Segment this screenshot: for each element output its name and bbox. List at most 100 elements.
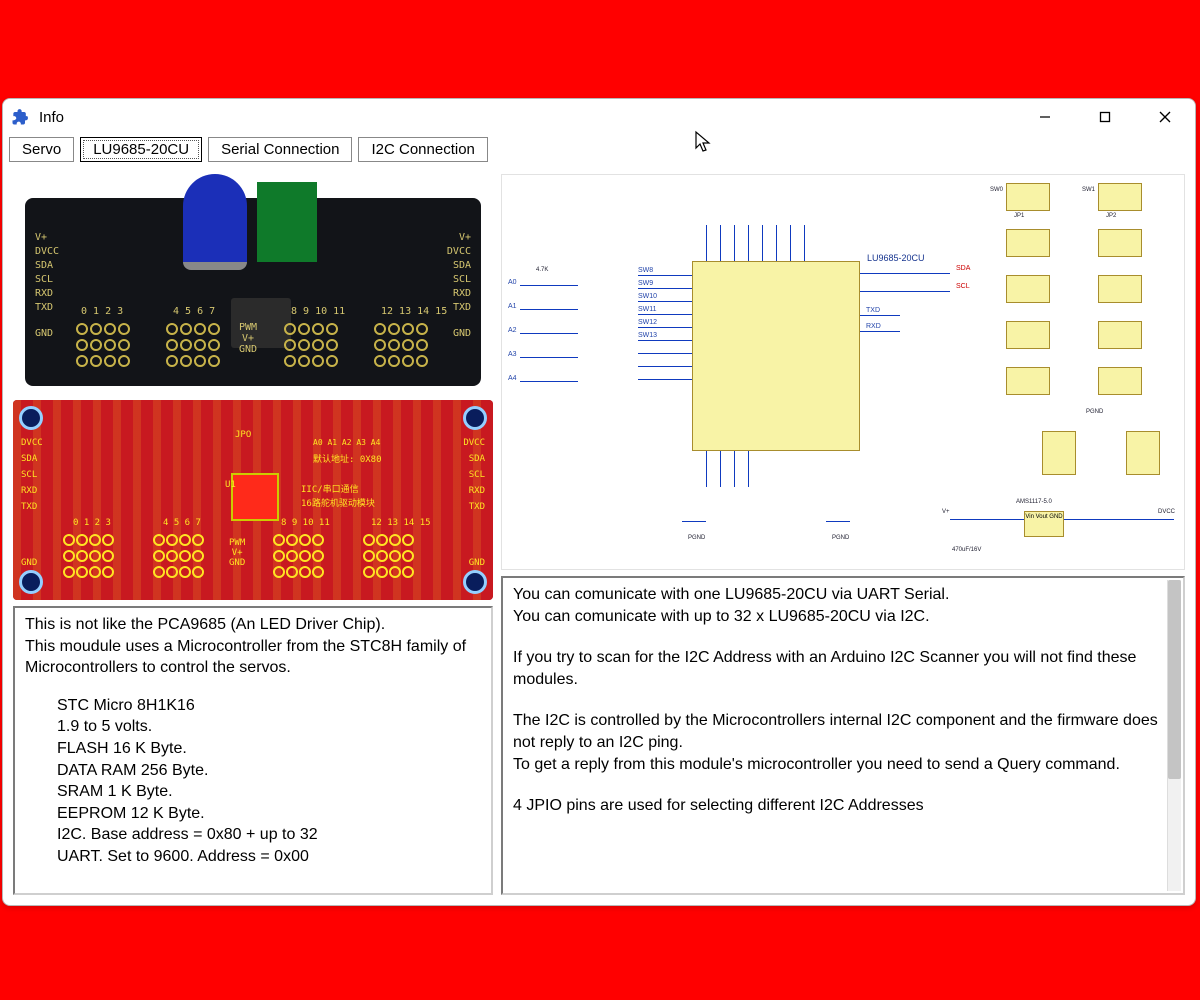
window-title: Info [39, 109, 64, 126]
tab-lu9685-20cu[interactable]: LU9685-20CU [80, 137, 202, 162]
pcb3d-label-scl-r: SCL [453, 274, 471, 285]
left-spec-2: 1.9 to 5 volts. [57, 716, 481, 738]
left-spec-1: STC Micro 8H1K16 [57, 695, 481, 717]
pcb3d-center-labels: PWM V+ GND [239, 322, 257, 355]
pcb3d-nums-1: 0 1 2 3 [81, 306, 123, 317]
right-text-p2: You can comunicate with up to 32 x LU968… [513, 606, 1161, 628]
schematic-jp2: JP2 [1106, 213, 1116, 219]
right-text-p3: If you try to scan for the I2C Address w… [513, 647, 1161, 690]
pcb3d-label-vplus-r: V+ [459, 232, 471, 243]
schematic-a1: A1 [508, 303, 517, 310]
pcb3d-label-vplus-l: V+ [35, 232, 47, 243]
pcblayout-nums-b: 4 5 6 7 [163, 518, 201, 528]
pcblayout-pin-scl-r: SCL [469, 470, 485, 480]
pcblayout-pin-txd-r: TXD [469, 502, 485, 512]
tab-i2c-connection[interactable]: I2C Connection [358, 137, 487, 162]
pcblayout-bottom: PWM V+ GND [229, 538, 245, 568]
pcb3d-label-rxd-l: RXD [35, 288, 53, 299]
app-window: Info Servo LU9685-20CU Serial Connection… [2, 98, 1196, 906]
minimize-button[interactable] [1015, 99, 1075, 135]
pcblayout-pin-sda-l: SDA [21, 454, 37, 464]
schematic-sw9: SW9 [638, 280, 653, 287]
pcb-3d-image: V+ DVCC SDA SCL RXD TXD GND V+ DVCC SDA … [13, 174, 493, 394]
pcblayout-alabels: A0 A1 A2 A3 A4 [313, 438, 380, 447]
maximize-button[interactable] [1075, 99, 1135, 135]
schematic-a0: A0 [508, 279, 517, 286]
schematic-sw12: SW12 [638, 319, 657, 326]
schematic-sw10: SW10 [638, 293, 657, 300]
pcblayout-pin-rxd-r: RXD [469, 486, 485, 496]
pcb3d-nums-3: 8 9 10 11 [291, 306, 345, 317]
schematic-sda: SDA [956, 265, 970, 272]
pcblayout-addr: 默认地址: 0X80 [313, 452, 382, 465]
pcblayout-pin-txd-l: TXD [21, 502, 37, 512]
pcb3d-label-gnd-r: GND [453, 328, 471, 339]
schematic-hdr-sw0: SW0 [990, 187, 1003, 193]
schematic-4k7: 4.7K [536, 267, 548, 273]
schematic-a3: A3 [508, 351, 517, 358]
titlebar[interactable]: Info [3, 99, 1195, 135]
pcblayout-pin-dvcc-r: DVCC [463, 438, 485, 448]
pcb3d-label-rxd-r: RXD [453, 288, 471, 299]
schematic-pgnd3: PGND [1086, 409, 1103, 415]
schematic-a4: A4 [508, 375, 517, 382]
pcblayout-pin-sda-r: SDA [469, 454, 485, 464]
pcb3d-label-sda-r: SDA [453, 260, 471, 271]
pcblayout-pin-scl-l: SCL [21, 470, 37, 480]
schematic-pgnd2: PGND [832, 535, 849, 541]
schematic-reg: Vin Vout GND [1024, 511, 1064, 537]
left-spec-3: FLASH 16 K Byte. [57, 738, 481, 760]
schematic-sw8: SW8 [638, 267, 653, 274]
scrollbar-thumb[interactable] [1168, 580, 1181, 779]
schematic-dvcc: DVCC [1158, 509, 1175, 515]
pcb3d-label-dvcc-r: DVCC [447, 246, 471, 257]
pcblayout-nums-a: 0 1 2 3 [73, 518, 111, 528]
pcblayout-jpo: JPO [235, 430, 251, 440]
pcb3d-label-sda-l: SDA [35, 260, 53, 271]
tab-serial-connection[interactable]: Serial Connection [208, 137, 352, 162]
pcb3d-label-scl-l: SCL [35, 274, 53, 285]
tab-servo[interactable]: Servo [9, 137, 74, 162]
schematic-chipname: LU9685-20CU [867, 253, 925, 263]
left-text-line2: This moudule uses a Microcontroller from… [25, 636, 481, 679]
right-text-p1: You can comunicate with one LU9685-20CU … [513, 584, 1161, 606]
pcb3d-label-txd-r: TXD [453, 302, 471, 313]
schematic-jp1: JP1 [1014, 213, 1024, 219]
pcb3d-nums-2: 4 5 6 7 [173, 306, 215, 317]
schematic-sw11: SW11 [638, 306, 657, 313]
pcblayout-nums-d: 12 13 14 15 [371, 518, 431, 528]
right-text-p6: 4 JPIO pins are used for selecting diffe… [513, 795, 1161, 817]
schematic-pgnd1: PGND [688, 535, 705, 541]
pcb3d-label-txd-l: TXD [35, 302, 53, 313]
schematic-sw13: SW13 [638, 332, 657, 339]
left-spec-6: EEPROM 12 K Byte. [57, 803, 481, 825]
pcb3d-label-dvcc-l: DVCC [35, 246, 59, 257]
schematic-scl: SCL [956, 283, 970, 290]
content-area: V+ DVCC SDA SCL RXD TXD GND V+ DVCC SDA … [3, 168, 1195, 905]
schematic-a2: A2 [508, 327, 517, 334]
right-info-text[interactable]: You can comunicate with one LU9685-20CU … [501, 576, 1185, 895]
pcblayout-pin-gnd-l: GND [21, 558, 37, 568]
right-text-p4: The I2C is controlled by the Microcontro… [513, 710, 1161, 753]
schematic-image: LU9685-20CU 4.7K A0 A1 A2 A3 A4 [501, 174, 1185, 570]
pcblayout-desc2: 16路舵机驱动模块 [301, 496, 375, 509]
left-info-text[interactable]: This is not like the PCA9685 (An LED Dri… [13, 606, 493, 895]
schematic-vplus: V+ [942, 509, 950, 515]
left-spec-7: I2C. Base address = 0x80 + up to 32 [57, 824, 481, 846]
pcblayout-pin-rxd-l: RXD [21, 486, 37, 496]
window-controls [1015, 99, 1195, 135]
schematic-cap: 470uF/16V [952, 547, 981, 553]
pcblayout-desc1: IIC/串口通信 [301, 482, 359, 495]
left-spec-4: DATA RAM 256 Byte. [57, 760, 481, 782]
close-button[interactable] [1135, 99, 1195, 135]
left-text-line1: This is not like the PCA9685 (An LED Dri… [25, 614, 481, 636]
pcblayout-pin-gnd-r: GND [469, 558, 485, 568]
pcb3d-label-gnd-l: GND [35, 328, 53, 339]
pcblayout-nums-c: 8 9 10 11 [281, 518, 330, 528]
schematic-regname: AMS1117-5.0 [1016, 499, 1052, 505]
pcblayout-pin-dvcc-l: DVCC [21, 438, 43, 448]
left-spec-5: SRAM 1 K Byte. [57, 781, 481, 803]
pcblayout-u1: U1 [225, 480, 236, 490]
puzzle-piece-icon [9, 106, 31, 128]
scrollbar[interactable] [1167, 580, 1181, 891]
